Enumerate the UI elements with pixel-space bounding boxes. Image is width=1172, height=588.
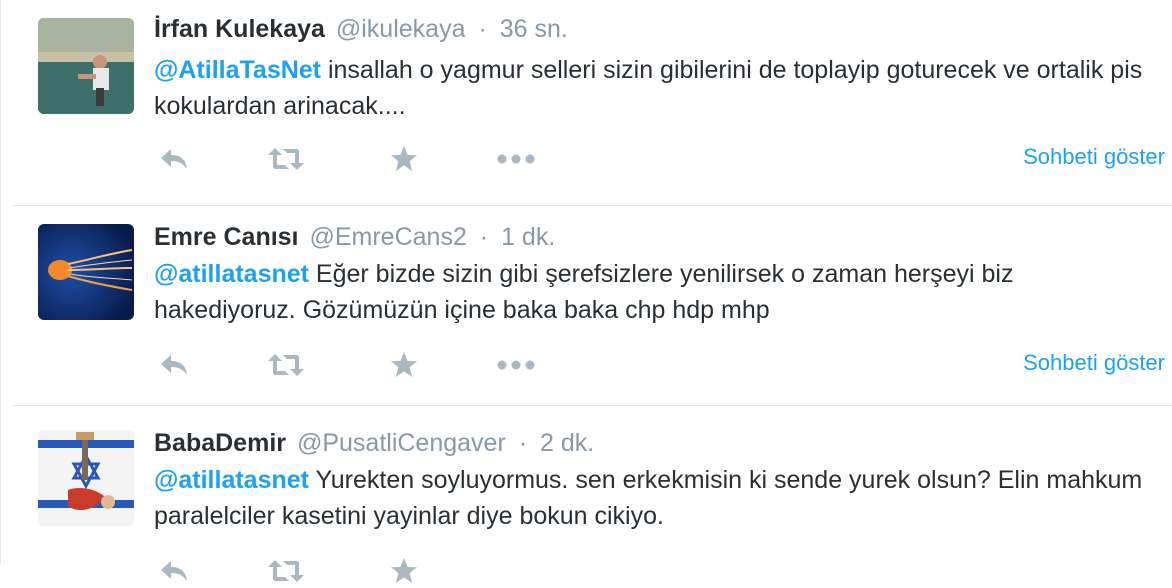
reply-button[interactable] xyxy=(154,348,194,382)
reply-button[interactable] xyxy=(154,142,194,176)
retweet-button[interactable] xyxy=(266,142,306,176)
avatar[interactable] xyxy=(38,430,134,526)
fullname[interactable]: İrfan Kulekaya xyxy=(154,15,325,43)
reply-icon xyxy=(161,355,187,375)
tweet-header: Emre Canısı @EmreCans2 · 1 dk. xyxy=(154,222,555,252)
avatar[interactable] xyxy=(38,18,134,114)
avatar-image xyxy=(38,18,134,114)
favorite-button[interactable] xyxy=(384,554,424,588)
fullname[interactable]: Emre Canısı xyxy=(154,223,299,251)
mention-link[interactable]: @AtillaTasNet xyxy=(154,56,321,84)
tweet-text: @AtillaTasNet insallah o yagmur selleri … xyxy=(154,52,1154,124)
timestamp[interactable]: 2 dk. xyxy=(540,429,594,457)
retweet-icon xyxy=(268,148,304,170)
username[interactable]: @PusatliCengaver xyxy=(297,429,506,457)
favorite-button[interactable] xyxy=(384,142,424,176)
separator: · xyxy=(478,15,487,43)
timestamp[interactable]: 1 dk. xyxy=(501,223,555,251)
tweet[interactable]: BabaDemir @PusatliCengaver · 2 dk. @atil… xyxy=(13,406,1172,583)
timeline: İrfan Kulekaya @ikulekaya · 36 sn. @Atil… xyxy=(0,0,1172,583)
tweet[interactable]: Emre Canısı @EmreCans2 · 1 dk. @atillata… xyxy=(13,200,1172,406)
separator: · xyxy=(479,223,489,251)
mention-link[interactable]: @atillatasnet xyxy=(154,466,309,494)
show-conversation-link[interactable]: Sohbeti göster xyxy=(1023,144,1165,170)
avatar[interactable] xyxy=(38,224,134,320)
more-icon xyxy=(497,360,535,370)
avatar-image xyxy=(38,430,134,526)
favorite-button[interactable] xyxy=(384,348,424,382)
username[interactable]: @ikulekaya xyxy=(336,15,466,43)
mention-link[interactable]: @atillatasnet xyxy=(154,260,309,288)
show-conversation-link[interactable]: Sohbeti göster xyxy=(1023,350,1165,376)
favorite-icon xyxy=(391,558,417,583)
timestamp[interactable]: 36 sn. xyxy=(500,15,568,43)
fullname[interactable]: BabaDemir xyxy=(154,429,286,457)
more-button[interactable] xyxy=(496,142,536,176)
avatar-image xyxy=(38,224,134,320)
tweet-header: İrfan Kulekaya @ikulekaya · 36 sn. xyxy=(154,14,568,44)
favorite-icon xyxy=(391,352,417,377)
favorite-icon xyxy=(391,146,417,171)
retweet-icon xyxy=(268,354,304,376)
reply-icon xyxy=(161,561,187,581)
tweet[interactable]: İrfan Kulekaya @ikulekaya · 36 sn. @Atil… xyxy=(13,0,1172,206)
more-button[interactable] xyxy=(496,348,536,382)
retweet-button[interactable] xyxy=(266,554,306,588)
retweet-button[interactable] xyxy=(266,348,306,382)
retweet-icon xyxy=(268,560,304,582)
tweet-text: @atillatasnet Eğer bizde sizin gibi şere… xyxy=(154,256,1154,328)
tweet-header: BabaDemir @PusatliCengaver · 2 dk. xyxy=(154,428,594,458)
tweet-text: @atillatasnet Yurekten soyluyormus. sen … xyxy=(154,462,1154,534)
separator: · xyxy=(518,429,528,457)
more-icon xyxy=(497,154,535,164)
reply-button[interactable] xyxy=(154,554,194,588)
username[interactable]: @EmreCans2 xyxy=(309,223,466,251)
reply-icon xyxy=(161,149,187,169)
